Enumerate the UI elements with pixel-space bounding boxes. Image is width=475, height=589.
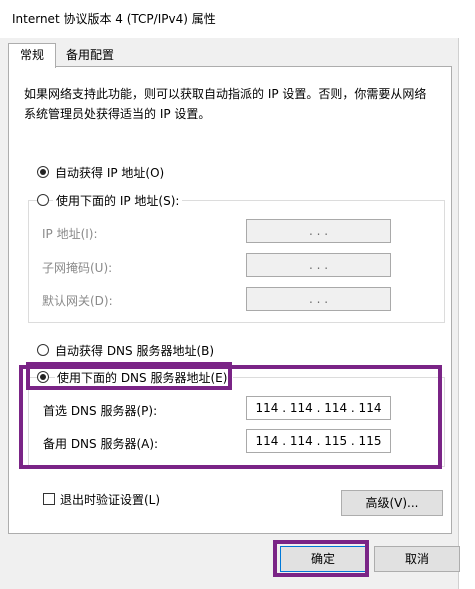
ok-button-highlight [273, 540, 369, 577]
auto-dns-label: 自动获得 DNS 服务器地址(B) [55, 344, 215, 358]
cancel-button[interactable]: 取消 [374, 546, 460, 572]
validate-settings-label: 退出时验证设置(L) [60, 493, 161, 507]
background-window-edge [458, 38, 475, 589]
advanced-button[interactable]: 高级(V)... [341, 490, 443, 516]
description-text: 如果网络支持此功能，则可以获取自动指派的 IP 设置。否则，你需要从网络系统管理… [24, 87, 427, 121]
subnet-mask-field[interactable]: . . . [246, 253, 391, 277]
validate-settings-checkbox[interactable] [43, 493, 55, 505]
default-gateway-field[interactable]: . . . [246, 287, 391, 311]
auto-ip-label: 自动获得 IP 地址(O) [55, 166, 165, 180]
default-gateway-label: 默认网关(D): [42, 294, 113, 308]
window-title: Internet 协议版本 4 (TCP/IPv4) 属性 [12, 12, 216, 26]
subnet-mask-label: 子网掩码(U): [42, 261, 113, 275]
ip-address-field[interactable]: . . . [246, 219, 391, 243]
manual-ip-label: 使用下面的 IP 地址(S): [53, 192, 183, 209]
tab-general[interactable]: 常规 [8, 43, 56, 68]
manual-ip-radio[interactable] [37, 194, 49, 206]
dns-settings-highlight [19, 365, 442, 469]
auto-ip-radio[interactable] [37, 166, 49, 178]
ip-address-label: IP 地址(I): [42, 227, 98, 241]
auto-dns-radio[interactable] [37, 344, 49, 356]
tab-alternate-config[interactable]: 备用配置 [60, 44, 130, 66]
